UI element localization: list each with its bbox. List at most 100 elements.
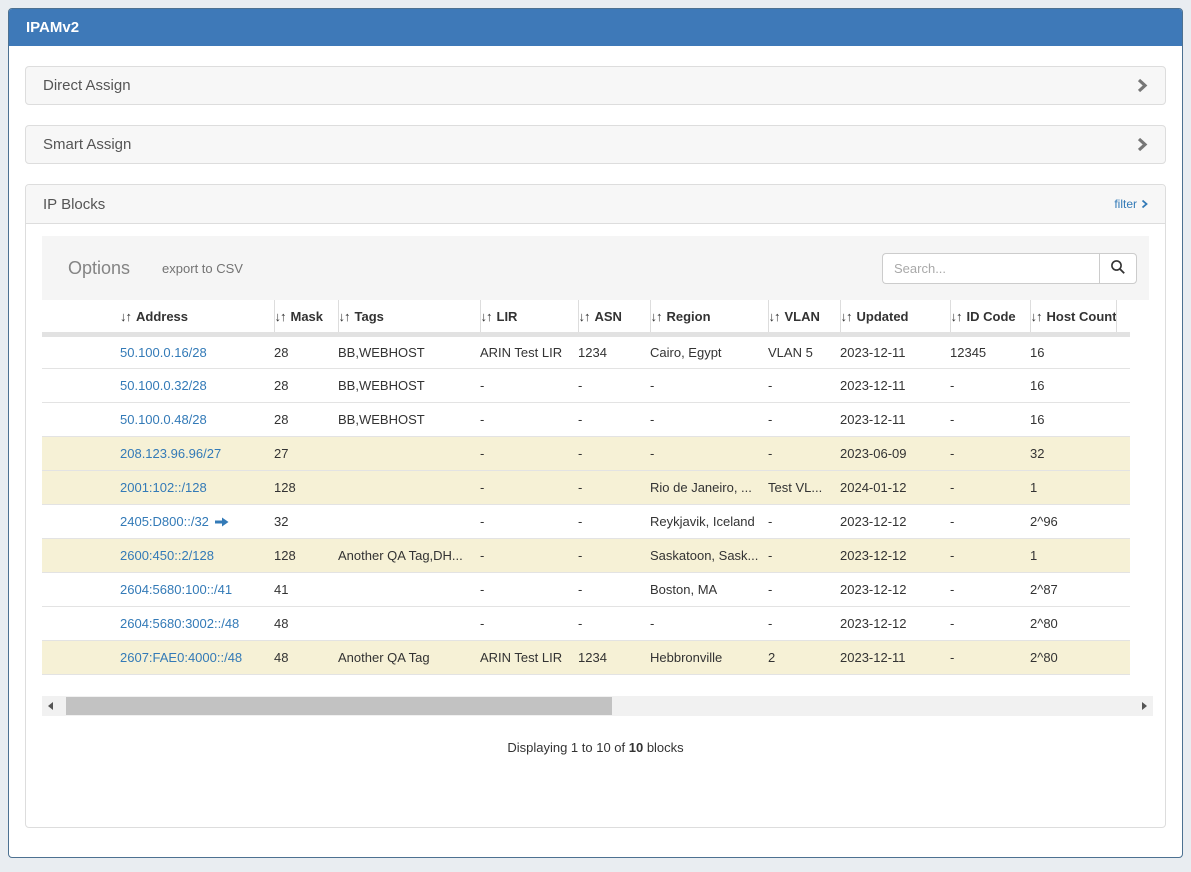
cell-address: 2607:FAE0:4000::/48 (120, 641, 274, 675)
scroll-left-button[interactable] (42, 696, 59, 716)
address-link[interactable]: 2607:FAE0:4000::/48 (120, 650, 242, 665)
row-gutter (42, 369, 120, 403)
table-row: 2600:450::2/128128Another QA Tag,DH...--… (42, 539, 1130, 573)
ip-blocks-body: Options export to CSV (26, 224, 1165, 827)
table-row: 2607:FAE0:4000::/4848Another QA TagARIN … (42, 641, 1130, 675)
address-link[interactable]: 2405:D800::/32 (120, 514, 209, 529)
row-gutter (42, 607, 120, 641)
table-header-row: ↓↑Address ↓↑Mask ↓↑Tags ↓↑LIR ↓↑ASN ↓↑Re… (42, 300, 1130, 335)
cell-lir: ARIN Test LIR (480, 335, 578, 369)
cell-host_count: 16 (1030, 369, 1116, 403)
cell-region: - (650, 437, 768, 471)
address-link[interactable]: 2001:102::/128 (120, 480, 207, 495)
sort-icon: ↓↑ (769, 309, 780, 324)
search-input[interactable] (882, 253, 1099, 284)
cell-region: - (650, 369, 768, 403)
column-header-lir[interactable]: ↓↑LIR (480, 300, 578, 335)
filter-link[interactable]: filter (1114, 197, 1148, 211)
direct-assign-panel[interactable]: Direct Assign (25, 66, 1166, 105)
cell-asn: 1234 (578, 335, 650, 369)
table-row: 50.100.0.16/2828BB,WEBHOSTARIN Test LIR1… (42, 335, 1130, 369)
row-trail (1116, 641, 1130, 675)
address-link[interactable]: 208.123.96.96/27 (120, 446, 221, 461)
search-button[interactable] (1099, 253, 1137, 284)
column-header-updated[interactable]: ↓↑Updated (840, 300, 950, 335)
cell-mask: 48 (274, 641, 338, 675)
cell-mask: 128 (274, 471, 338, 505)
sort-icon: ↓↑ (120, 309, 131, 324)
cell-vlan: - (768, 573, 840, 607)
app-title: IPAMv2 (26, 19, 79, 36)
cell-asn: - (578, 505, 650, 539)
row-trail (1116, 607, 1130, 641)
column-header-address[interactable]: ↓↑Address (120, 300, 274, 335)
address-link[interactable]: 50.100.0.16/28 (120, 345, 207, 360)
cell-id_code: 12345 (950, 335, 1030, 369)
cell-mask: 32 (274, 505, 338, 539)
cell-tags (338, 505, 480, 539)
column-header-id-code[interactable]: ↓↑ID Code (950, 300, 1030, 335)
cell-asn: - (578, 607, 650, 641)
app-header: IPAMv2 (9, 9, 1182, 46)
address-link[interactable]: 50.100.0.48/28 (120, 412, 207, 427)
cell-lir: - (480, 607, 578, 641)
smart-assign-panel[interactable]: Smart Assign (25, 125, 1166, 164)
header-trail-gutter (1116, 300, 1130, 335)
cell-lir: - (480, 471, 578, 505)
cell-tags: Another QA Tag (338, 641, 480, 675)
cell-id_code: - (950, 573, 1030, 607)
cell-asn: - (578, 573, 650, 607)
cell-asn: 1234 (578, 641, 650, 675)
cell-updated: 2023-12-12 (840, 573, 950, 607)
export-csv-link[interactable]: export to CSV (162, 261, 243, 276)
cell-updated: 2024-01-12 (840, 471, 950, 505)
cell-vlan: - (768, 505, 840, 539)
scroll-right-button[interactable] (1136, 696, 1153, 716)
cell-address: 2405:D800::/32 (120, 505, 274, 539)
cell-host_count: 2^96 (1030, 505, 1116, 539)
cell-host_count: 16 (1030, 403, 1116, 437)
table-row: 208.123.96.96/2727----2023-06-09-32 (42, 437, 1130, 471)
search-icon (1110, 259, 1126, 278)
sort-icon: ↓↑ (841, 309, 852, 324)
cell-id_code: - (950, 369, 1030, 403)
address-link[interactable]: 50.100.0.32/28 (120, 378, 207, 393)
cell-tags (338, 607, 480, 641)
cell-lir: - (480, 437, 578, 471)
cell-host_count: 1 (1030, 471, 1116, 505)
table-row: 50.100.0.32/2828BB,WEBHOST----2023-12-11… (42, 369, 1130, 403)
cell-mask: 48 (274, 607, 338, 641)
cell-mask: 28 (274, 369, 338, 403)
cell-tags: Another QA Tag,DH... (338, 539, 480, 573)
cell-id_code: - (950, 471, 1030, 505)
cell-host_count: 2^80 (1030, 607, 1116, 641)
column-header-region[interactable]: ↓↑Region (650, 300, 768, 335)
options-menu[interactable]: Options (68, 258, 130, 279)
options-bar: Options export to CSV (42, 236, 1149, 300)
cell-region: Hebbronville (650, 641, 768, 675)
cell-vlan: Test VL... (768, 471, 840, 505)
cell-tags: BB,WEBHOST (338, 403, 480, 437)
cell-id_code: - (950, 505, 1030, 539)
address-link[interactable]: 2604:5680:100::/41 (120, 582, 232, 597)
cell-vlan: - (768, 403, 840, 437)
cell-tags: BB,WEBHOST (338, 369, 480, 403)
scrollbar-thumb[interactable] (66, 697, 612, 715)
cell-id_code: - (950, 403, 1030, 437)
address-link[interactable]: 2600:450::2/128 (120, 548, 214, 563)
sort-icon: ↓↑ (579, 309, 590, 324)
sort-icon: ↓↑ (1031, 309, 1042, 324)
column-header-asn[interactable]: ↓↑ASN (578, 300, 650, 335)
cell-region: Saskatoon, Sask... (650, 539, 768, 573)
cell-lir: - (480, 573, 578, 607)
cell-updated: 2023-12-11 (840, 641, 950, 675)
column-header-vlan[interactable]: ↓↑VLAN (768, 300, 840, 335)
horizontal-scrollbar[interactable] (42, 696, 1153, 716)
column-header-host-count[interactable]: ↓↑Host Count (1030, 300, 1116, 335)
row-trail (1116, 471, 1130, 505)
row-trail (1116, 505, 1130, 539)
column-header-mask[interactable]: ↓↑Mask (274, 300, 338, 335)
address-link[interactable]: 2604:5680:3002::/48 (120, 616, 239, 631)
column-header-tags[interactable]: ↓↑Tags (338, 300, 480, 335)
row-gutter (42, 539, 120, 573)
